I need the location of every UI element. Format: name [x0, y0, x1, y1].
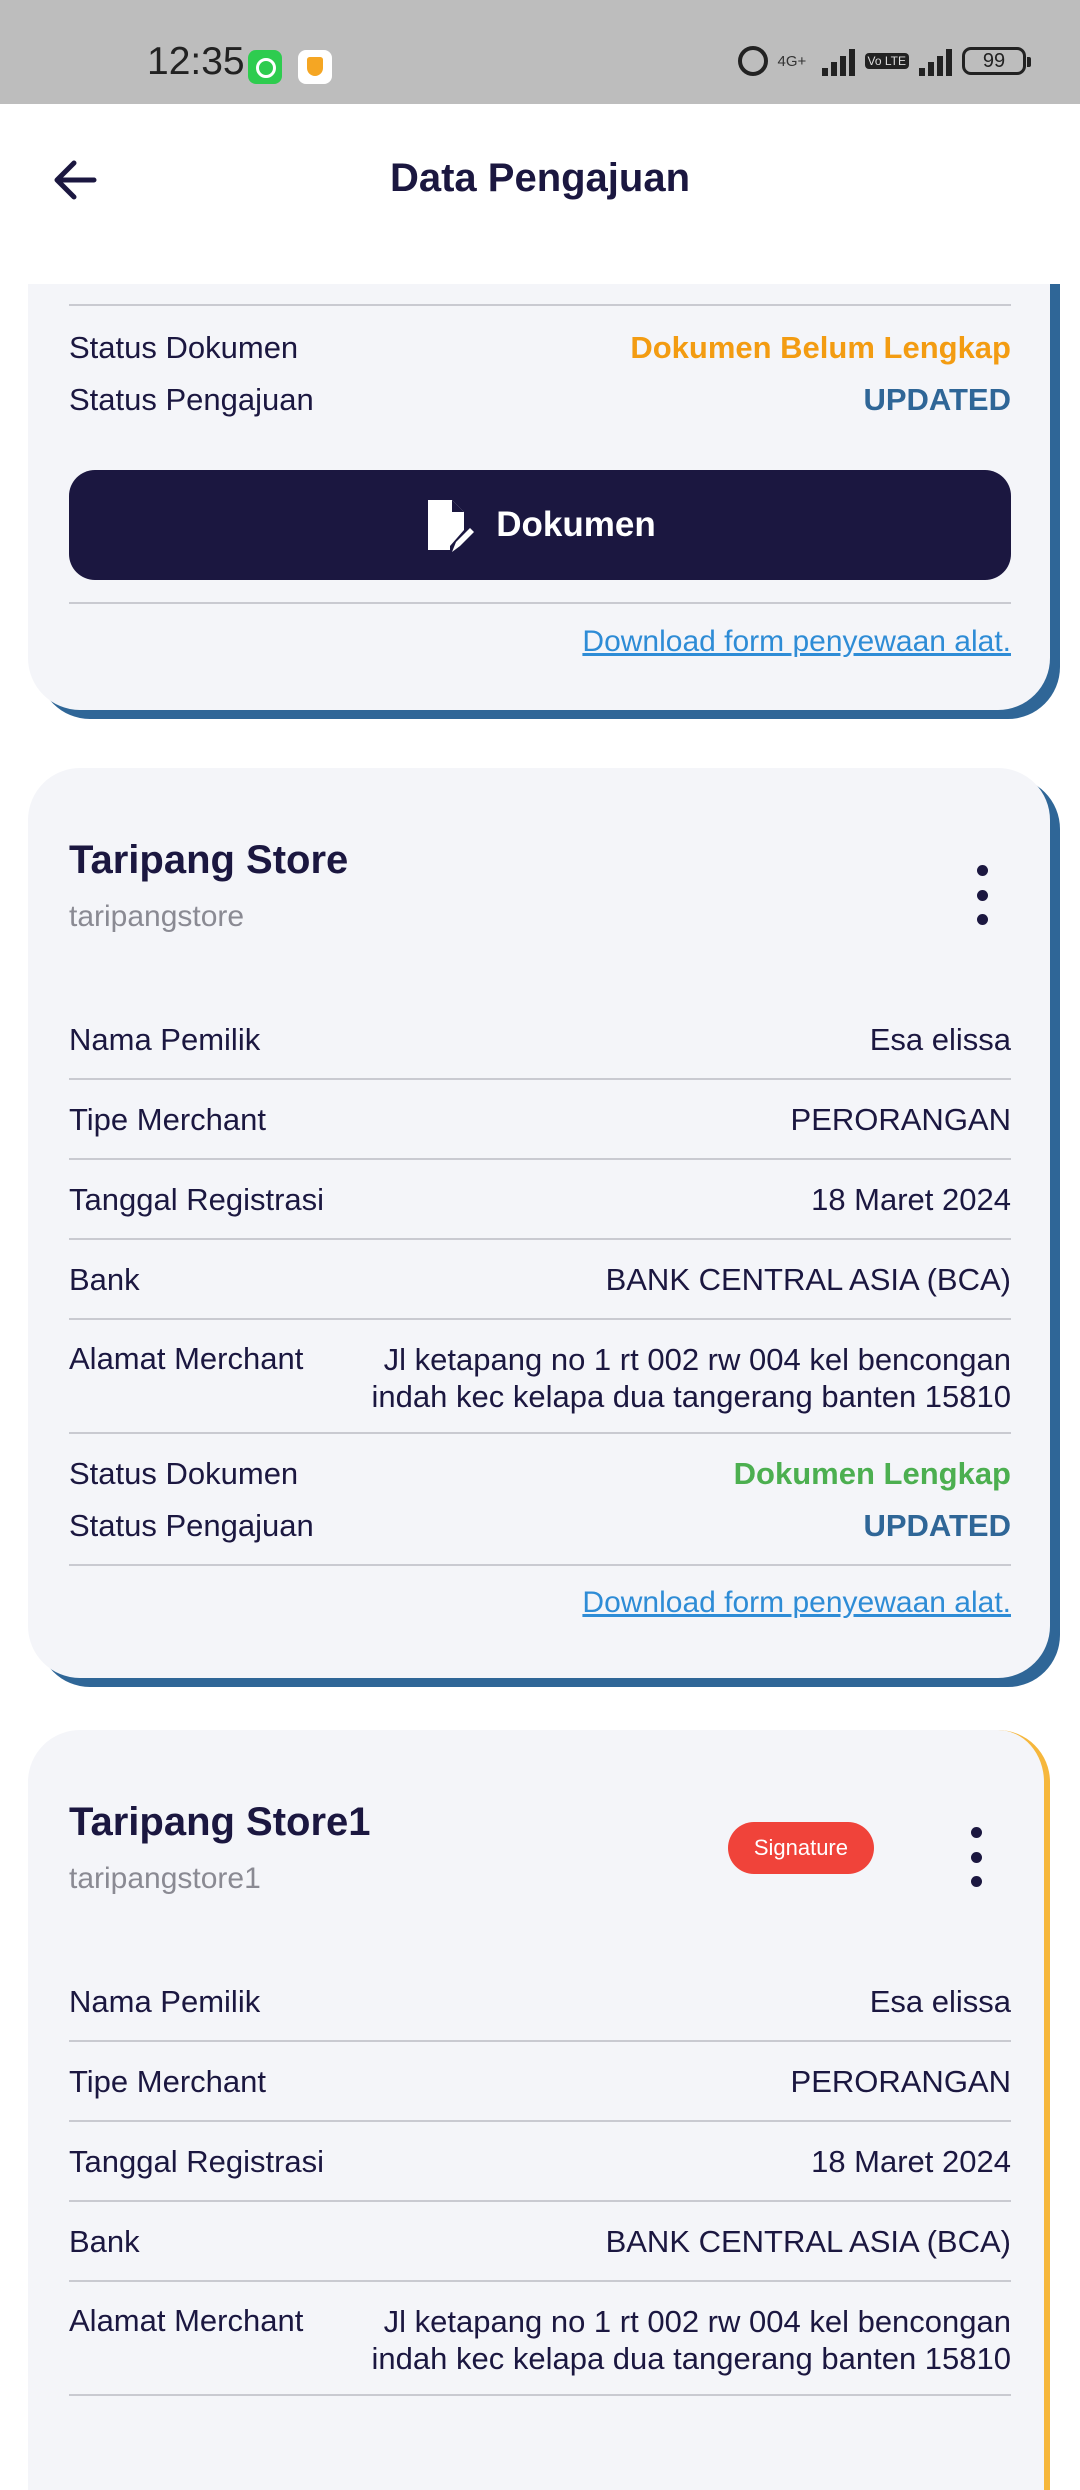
edit-document-icon — [428, 500, 475, 552]
field-label: Alamat Merchant — [69, 1341, 304, 1376]
divider — [69, 2394, 1011, 2396]
status-icons: 4G+ Vo LTE 99 — [737, 46, 1031, 76]
whatsapp-icon — [248, 50, 282, 84]
battery-icon: 99 — [962, 47, 1031, 75]
field-row: Nama Pemilik Esa elissa — [69, 1022, 1011, 1058]
dokumen-button[interactable]: Dokumen — [69, 470, 1011, 580]
submission-card: Taripang Store taripangstore Nama Pemili… — [28, 768, 1050, 1678]
divider — [69, 2120, 1011, 2122]
field-row: Tipe Merchant PERORANGAN — [69, 2064, 1011, 2100]
status-dokumen-label: Status Dokumen — [69, 1456, 299, 1491]
status-pengajuan-value: UPDATED — [863, 1508, 1011, 1543]
field-label: Tipe Merchant — [69, 1102, 266, 1137]
status-dokumen-label: Status Dokumen — [69, 330, 299, 365]
signal-icon — [821, 46, 855, 76]
page-title: Data Pengajuan — [389, 156, 691, 200]
divider — [69, 1158, 1011, 1160]
status-pengajuan-label: Status Pengajuan — [69, 1508, 314, 1543]
status-dokumen-row: Status Dokumen Dokumen Belum Lengkap — [69, 330, 1011, 366]
field-row: Nama Pemilik Esa elissa — [69, 1984, 1011, 2020]
alarm-icon — [737, 46, 768, 76]
status-bar: 12:35 4G+ Vo LTE 99 — [0, 0, 1080, 104]
field-row: Alamat Merchant Jl ketapang no 1 rt 002 … — [69, 2303, 1011, 2377]
status-dokumen-row: Status Dokumen Dokumen Lengkap — [69, 1456, 1011, 1492]
field-value: 18 Maret 2024 — [811, 2144, 1011, 2179]
app-bar: Data Pengajuan — [0, 104, 1080, 284]
field-label: Nama Pemilik — [69, 1022, 261, 1057]
field-row: Alamat Merchant Jl ketapang no 1 rt 002 … — [69, 1341, 1011, 1415]
field-row: Tanggal Registrasi 18 Maret 2024 — [69, 2144, 1011, 2180]
field-value: BANK CENTRAL ASIA (BCA) — [605, 2224, 1011, 2259]
field-label: Tipe Merchant — [69, 2064, 266, 2099]
field-value: Jl ketapang no 1 rt 002 rw 004 kel benco… — [371, 1342, 1011, 1414]
field-value: Esa elissa — [869, 1022, 1011, 1057]
status-time: 12:35 — [147, 40, 245, 83]
store-username: taripangstore — [69, 900, 245, 933]
more-options-icon[interactable] — [964, 1827, 988, 1887]
field-value: BANK CENTRAL ASIA (BCA) — [605, 1262, 1011, 1297]
field-value: Esa elissa — [869, 1984, 1011, 2019]
field-label: Tanggal Registrasi — [69, 2144, 325, 2179]
submission-card: Taripang Store1 taripangstore1 Signature… — [28, 1730, 1050, 2490]
more-options-icon[interactable] — [970, 865, 994, 925]
network-type: 4G+ — [777, 52, 807, 70]
field-label: Bank — [69, 2224, 140, 2259]
field-row: Bank BANK CENTRAL ASIA (BCA) — [69, 2224, 1011, 2260]
download-form-link[interactable]: Download form penyewaan alat. — [582, 1586, 1011, 1620]
field-row: Tanggal Registrasi 18 Maret 2024 — [69, 1182, 1011, 1218]
field-row: Tipe Merchant PERORANGAN — [69, 1102, 1011, 1138]
status-pengajuan-row: Status Pengajuan UPDATED — [69, 382, 1011, 418]
status-pengajuan-label: Status Pengajuan — [69, 382, 314, 417]
field-value: Jl ketapang no 1 rt 002 rw 004 kel benco… — [371, 2304, 1011, 2376]
download-form-link[interactable]: Download form penyewaan alat. — [582, 625, 1011, 659]
shield-icon — [298, 50, 332, 84]
signature-badge: Signature — [727, 1822, 874, 1874]
submission-card: Status Dokumen Dokumen Belum Lengkap Sta… — [28, 230, 1050, 710]
divider — [69, 1238, 1011, 1240]
divider — [69, 2200, 1011, 2202]
field-label: Bank — [69, 1262, 140, 1297]
dokumen-button-label: Dokumen — [496, 505, 656, 544]
signal-icon-2 — [919, 46, 952, 76]
field-label: Nama Pemilik — [69, 1984, 261, 2019]
status-pengajuan-row: Status Pengajuan UPDATED — [69, 1508, 1011, 1544]
status-pengajuan-value: UPDATED — [863, 382, 1011, 417]
field-label: Alamat Merchant — [69, 2303, 304, 2338]
field-value: PERORANGAN — [790, 2064, 1011, 2099]
divider — [69, 1318, 1011, 1320]
store-username: taripangstore1 — [69, 1862, 261, 1895]
divider — [69, 1564, 1011, 1566]
store-name: Taripang Store — [69, 838, 349, 882]
status-dokumen-value: Dokumen Belum Lengkap — [630, 330, 1011, 365]
field-value: PERORANGAN — [790, 1102, 1011, 1137]
field-value: 18 Maret 2024 — [811, 1182, 1011, 1217]
divider — [69, 2280, 1011, 2282]
volte-icon: Vo LTE — [864, 53, 909, 69]
field-label: Tanggal Registrasi — [69, 1182, 325, 1217]
divider — [69, 1078, 1011, 1080]
divider — [69, 2040, 1011, 2042]
field-row: Bank BANK CENTRAL ASIA (BCA) — [69, 1262, 1011, 1298]
divider — [69, 1432, 1011, 1434]
status-dokumen-value: Dokumen Lengkap — [733, 1456, 1011, 1491]
store-name: Taripang Store1 — [69, 1800, 371, 1844]
divider — [69, 304, 1011, 306]
divider — [69, 602, 1011, 604]
